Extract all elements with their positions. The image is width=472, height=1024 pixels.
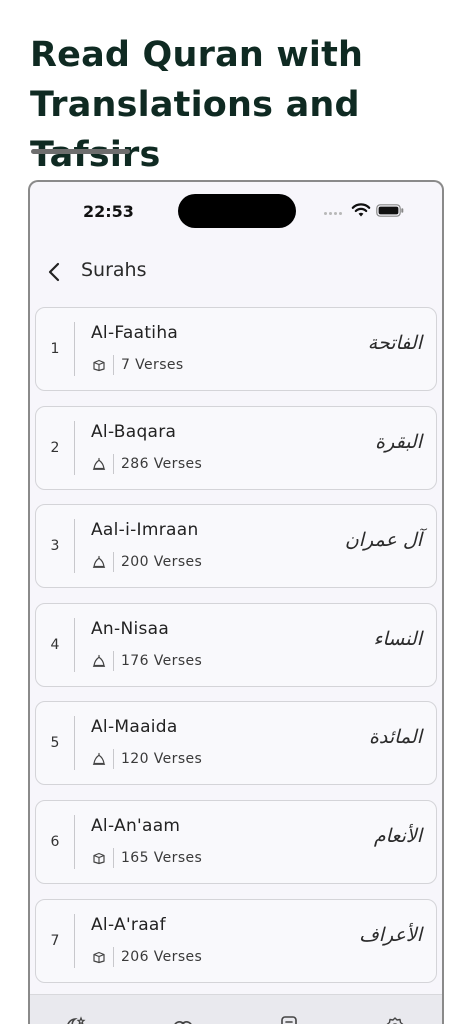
surah-number-divider: [74, 617, 75, 672]
surah-number-divider: [74, 913, 75, 968]
surah-list-item[interactable]: 5 Al-Maaida 120 Verses المائدة: [35, 701, 437, 786]
surah-name: Al-An'aam: [91, 816, 181, 836]
page-title: Surahs: [81, 259, 147, 281]
surah-number: 6: [50, 834, 60, 850]
surah-number: 2: [50, 439, 60, 456]
surah-verse-count: 165 Verses: [121, 850, 203, 866]
surah-arabic-calligraphy: الفاتحة: [367, 332, 422, 354]
surah-number-divider: [74, 716, 75, 771]
surah-list-item[interactable]: 6 Al-An'aam 165 Verses الأنعام: [35, 800, 437, 884]
meta-divider: [113, 355, 114, 375]
surah-list-item[interactable]: 7 Al-A'raaf 206 Verses الأعراف: [35, 898, 437, 983]
surah-meta: 200 Verses: [91, 552, 203, 573]
meta-divider: [113, 848, 114, 868]
surah-number-divider: [74, 420, 75, 475]
star-crescent-icon[interactable]: [66, 1015, 88, 1024]
surah-list-item[interactable]: 2 Al-Baqara 286 Verses البقرة: [35, 405, 437, 490]
cellular-signal-icon: [324, 209, 344, 215]
surah-number-divider: [74, 815, 75, 869]
surah-verse-count: 206 Verses: [121, 948, 203, 965]
surah-arabic-calligraphy: الأعراف: [359, 923, 422, 946]
mosque-dome-icon: [91, 456, 107, 472]
surah-arabic-calligraphy: النساء: [373, 627, 422, 650]
surah-verse-count: 200 Verses: [121, 554, 203, 571]
surah-name: Aal-i-Imraan: [91, 520, 199, 541]
status-bar: 22:53: [30, 182, 442, 242]
surah-meta: 286 Verses: [91, 453, 203, 474]
mosque-dome-icon: [91, 751, 107, 767]
settings-icon[interactable]: [384, 1015, 406, 1024]
meta-divider: [113, 552, 114, 573]
headline-underline: [31, 149, 130, 154]
surah-number: 7: [50, 932, 60, 949]
surah-list-item[interactable]: 1 Al-Faatiha 7 Verses الفاتحة: [35, 307, 437, 391]
kaaba-icon: [91, 949, 107, 965]
battery-icon: [376, 204, 404, 217]
surah-name: An-Nisaa: [91, 618, 170, 639]
status-time: 22:53: [83, 202, 134, 221]
mosque-dome-icon: [91, 554, 107, 570]
surah-name: Al-Baqara: [91, 421, 177, 442]
surah-verse-count: 120 Verses: [121, 751, 203, 768]
kaaba-icon: [91, 850, 107, 866]
surah-meta: 7 Verses: [91, 355, 184, 375]
surah-meta: 120 Verses: [91, 749, 203, 770]
surah-name: Al-Maaida: [91, 717, 178, 738]
tab-bar: [30, 994, 442, 1024]
meta-divider: [113, 453, 114, 474]
dynamic-island: [178, 194, 296, 228]
kaaba-icon: [91, 357, 107, 373]
book-icon[interactable]: [278, 1015, 300, 1024]
surah-arabic-calligraphy: المائدة: [368, 726, 422, 749]
surah-arabic-calligraphy: آل عمران: [344, 529, 422, 552]
phone-screen: 22:53 Surahs 1 Al-Faatiha 7 Verses الفاتحة 2…: [28, 180, 444, 1024]
surah-meta: 206 Verses: [91, 946, 203, 967]
surah-arabic-calligraphy: الأنعام: [373, 825, 422, 847]
surah-name: Al-Faatiha: [91, 323, 179, 343]
navigation-bar: Surahs: [30, 254, 442, 290]
headline: Read Quran with Translations and Tafsirs: [30, 30, 470, 180]
surah-verse-count: 176 Verses: [121, 652, 203, 669]
mosque-dome-icon: [91, 653, 107, 669]
surah-meta: 165 Verses: [91, 848, 202, 868]
surah-number-divider: [74, 519, 75, 574]
rings-icon[interactable]: [172, 1015, 194, 1024]
meta-divider: [113, 650, 114, 671]
wifi-icon: [351, 203, 371, 217]
surah-verse-count: 286 Verses: [121, 455, 203, 472]
surah-arabic-calligraphy: البقرة: [375, 430, 422, 453]
surah-number: 3: [50, 538, 60, 555]
surah-verse-count: 7 Verses: [121, 357, 184, 373]
surah-number: 1: [50, 341, 60, 357]
surah-number-divider: [74, 322, 75, 376]
surah-number: 5: [50, 735, 60, 752]
headline-line-1: Read Quran with: [30, 35, 364, 75]
meta-divider: [113, 946, 114, 967]
meta-divider: [113, 749, 114, 770]
back-chevron-icon[interactable]: [40, 258, 68, 286]
headline-line-2: Translations and Tafsirs: [30, 85, 360, 175]
surah-list-item[interactable]: 4 An-Nisaa 176 Verses النساء: [35, 602, 437, 687]
surah-name: Al-A'raaf: [91, 914, 166, 935]
surah-meta: 176 Verses: [91, 650, 203, 671]
surah-list-item[interactable]: 3 Aal-i-Imraan 200 Verses آل عمران: [35, 504, 437, 589]
surah-number: 4: [50, 636, 60, 653]
